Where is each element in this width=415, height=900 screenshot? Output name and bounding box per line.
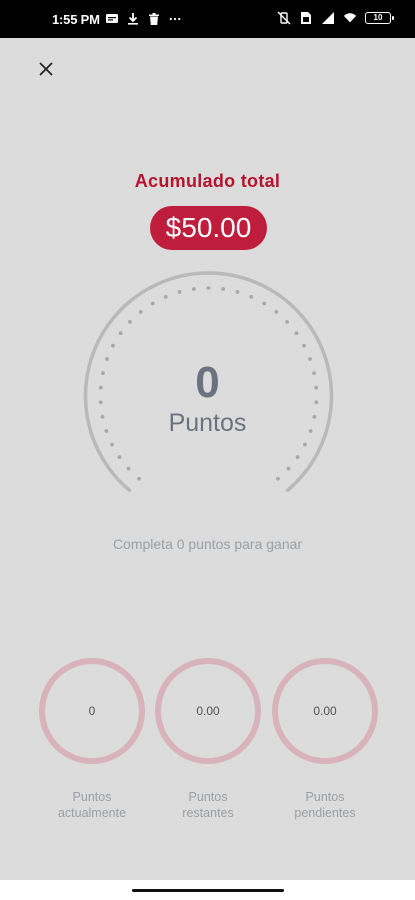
gauge-dot [150, 301, 155, 306]
gauge-dot [285, 319, 289, 324]
stat-current-value: 0 [88, 704, 96, 718]
battery-level: 10 [373, 13, 383, 22]
sim-icon [301, 12, 311, 24]
stat-remaining-value: 0.00 [196, 704, 220, 718]
gauge-dot [262, 301, 267, 306]
gauge-dot [126, 466, 131, 471]
gauge-dot [249, 294, 254, 299]
signal-icon [322, 12, 334, 24]
gauge-points-unit: Puntos [168, 409, 247, 437]
gauge-dot [206, 286, 211, 290]
gauge-dot [286, 466, 291, 471]
gauge-dot [303, 442, 307, 447]
message-icon [106, 14, 118, 23]
status-time: 1:55 PM [52, 12, 100, 27]
accumulated-label: Acumulado total [134, 171, 281, 191]
gauge-dot [137, 476, 141, 481]
gauge-dot [295, 455, 300, 459]
gauge-dot [177, 290, 182, 294]
gauge-dot [221, 287, 226, 291]
battery-icon: 10 [365, 12, 394, 24]
system-nav-bar [0, 880, 415, 900]
status-bar: 1:55 PM 10 [0, 0, 415, 38]
gauge-dot [110, 442, 114, 447]
gauge-dot [302, 343, 306, 348]
status-right-icons: 10 [277, 11, 394, 25]
stat-pending-label: Puntos pendientes [294, 790, 356, 820]
gauge-dot [235, 290, 240, 294]
stat-pending-ring: 0.00 [272, 658, 378, 764]
gauge-dot [163, 294, 168, 299]
stat-current-ring: 0 [39, 658, 145, 764]
gauge-dot [276, 476, 280, 481]
gauge-points-value: 0 [195, 358, 220, 407]
trash-icon [149, 13, 159, 25]
close-icon [39, 62, 53, 76]
gauge-dot [274, 310, 279, 314]
close-button[interactable] [32, 55, 60, 83]
download-icon [128, 13, 138, 25]
stat-pending-value: 0.00 [313, 704, 337, 718]
home-handle[interactable] [132, 889, 284, 892]
stat-remaining-label: Puntos restantes [182, 790, 234, 820]
gauge-dot [111, 343, 115, 348]
points-hint: Completa 0 puntos para ganar [112, 536, 303, 552]
stat-current-label: Puntos actualmente [57, 790, 127, 820]
wifi-icon [343, 13, 357, 23]
vibrate-off-icon [277, 11, 291, 25]
gauge-dot [138, 310, 143, 314]
gauge-dot [294, 331, 299, 336]
accumulated-value-badge: $50.00 [150, 206, 267, 250]
stat-remaining-ring: 0.00 [155, 658, 261, 764]
gauge-dot [191, 287, 196, 291]
gauge-dot [118, 331, 123, 336]
gauge-dot [128, 319, 132, 324]
more-icon [169, 17, 181, 21]
status-left-icons [105, 12, 182, 26]
gauge-dot [117, 455, 122, 459]
